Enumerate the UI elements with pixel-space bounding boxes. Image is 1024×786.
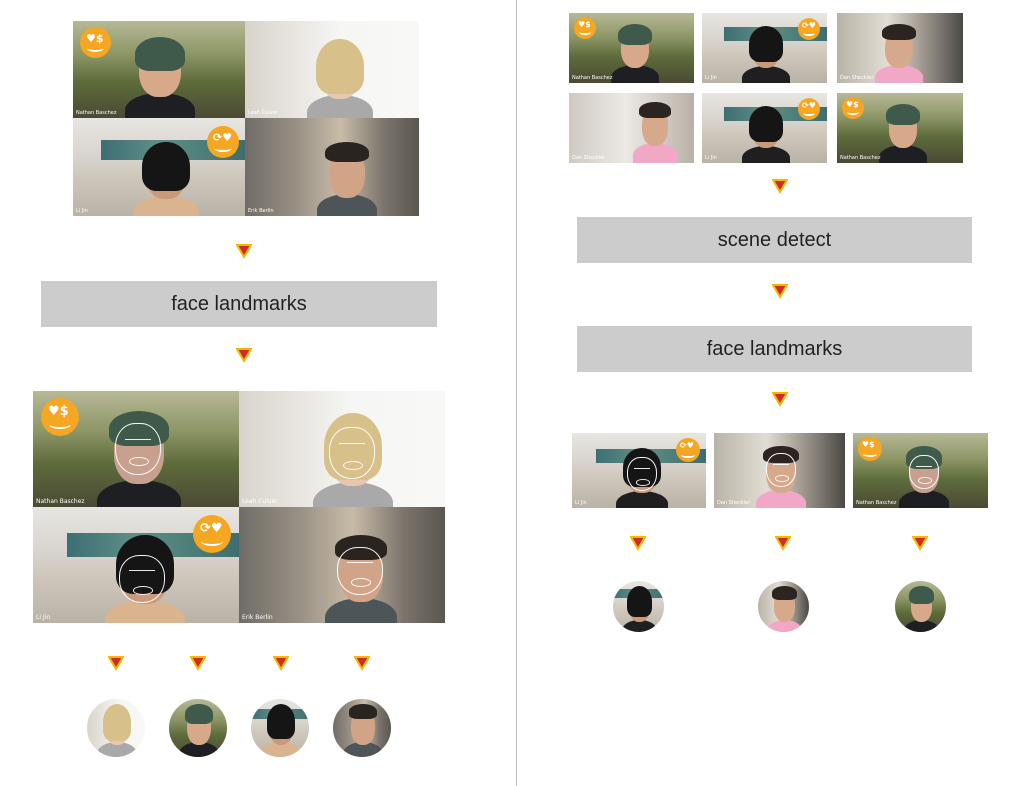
tile-dan: Dan Sheckler	[837, 13, 963, 83]
tile-erik: Erik Berlin	[245, 118, 419, 216]
face-crop-li	[250, 698, 310, 758]
participant-name: Nathan Baschez	[36, 498, 85, 505]
tile-li: ⟳♥ Li Jin	[73, 118, 245, 216]
tile-erik-landmarks: Erik Berlin	[239, 507, 445, 623]
participant-name: Dan Sheckler	[717, 500, 751, 506]
step-scene-detect: scene detect	[577, 217, 972, 263]
tile-nathan: ♥$ Nathan Baschez	[73, 21, 245, 118]
flow-arrow-icon	[772, 392, 788, 407]
tile-leah: Leah Culver	[245, 21, 419, 118]
flow-arrow-icon	[190, 656, 206, 671]
swap-heart-emoji-icon: ⟳♥	[676, 438, 700, 462]
heart-dollar-emoji-icon: ♥$	[80, 27, 111, 58]
swap-heart-emoji-icon: ⟳♥	[207, 126, 239, 158]
flow-arrow-icon	[354, 656, 370, 671]
step-face-landmarks: face landmarks	[41, 281, 437, 327]
participant-name: Dan Sheckler	[572, 155, 606, 161]
flow-arrow-icon	[236, 244, 252, 259]
participant-name: Li Jin	[36, 614, 51, 621]
face-crop-leah	[86, 698, 146, 758]
face-crop-nathan	[168, 698, 228, 758]
participant-name: Li Jin	[575, 500, 587, 506]
participant-name: Nathan Baschez	[572, 75, 613, 81]
swap-heart-emoji-icon: ⟳♥	[798, 18, 820, 40]
flow-arrow-icon	[772, 284, 788, 299]
participant-name: Erik Berlin	[248, 208, 274, 214]
participant-name: Erik Berlin	[242, 614, 273, 621]
heart-dollar-emoji-icon: ♥$	[858, 437, 882, 461]
tile-nathan-landmarks: ♥$ Nathan Baschez	[853, 433, 988, 508]
tile-li-landmarks: ⟳♥ Li Jin	[33, 507, 239, 623]
face-crop-dan	[757, 580, 810, 633]
participant-name: Leah Culver	[248, 110, 278, 116]
step-face-landmarks: face landmarks	[577, 326, 972, 372]
face-crop-nathan	[894, 580, 947, 633]
flow-arrow-icon	[108, 656, 124, 671]
flow-arrow-icon	[772, 179, 788, 194]
flow-arrow-icon	[273, 656, 289, 671]
participant-name: Li Jin	[76, 208, 88, 214]
tile-li: ⟳♥ Li Jin	[702, 13, 827, 83]
participant-name: Leah Culver	[242, 498, 278, 505]
swap-heart-emoji-icon: ⟳♥	[193, 515, 231, 553]
tile-li-landmarks: ⟳♥ Li Jin	[572, 433, 706, 508]
heart-dollar-emoji-icon: ♥$	[842, 97, 864, 119]
face-crop-erik	[332, 698, 392, 758]
flow-arrow-icon	[236, 348, 252, 363]
panel-divider	[516, 0, 517, 786]
tile-nathan: ♥$ Nathan Baschez	[569, 13, 694, 83]
participant-name: Li Jin	[705, 75, 717, 81]
tile-dan-alt: Dan Sheckler	[569, 93, 694, 163]
participant-name: Dan Sheckler	[840, 75, 874, 81]
flow-arrow-icon	[630, 536, 646, 551]
heart-dollar-emoji-icon: ♥$	[574, 17, 596, 39]
tile-leah-landmarks: Leah Culver	[239, 391, 445, 507]
tile-dan-landmarks: Dan Sheckler	[714, 433, 845, 508]
swap-heart-emoji-icon: ⟳♥	[798, 98, 820, 120]
flow-arrow-icon	[912, 536, 928, 551]
tile-li-alt: ⟳♥ Li Jin	[702, 93, 827, 163]
participant-name: Li Jin	[705, 155, 717, 161]
participant-name: Nathan Baschez	[856, 500, 897, 506]
flow-arrow-icon	[775, 536, 791, 551]
participant-name: Nathan Baschez	[840, 155, 881, 161]
face-crop-li	[612, 580, 665, 633]
heart-dollar-emoji-icon: ♥$	[41, 398, 79, 436]
tile-nathan-alt: ♥$ Nathan Baschez	[837, 93, 963, 163]
participant-name: Nathan Baschez	[76, 110, 117, 116]
tile-nathan-landmarks: ♥$ Nathan Baschez	[33, 391, 239, 507]
